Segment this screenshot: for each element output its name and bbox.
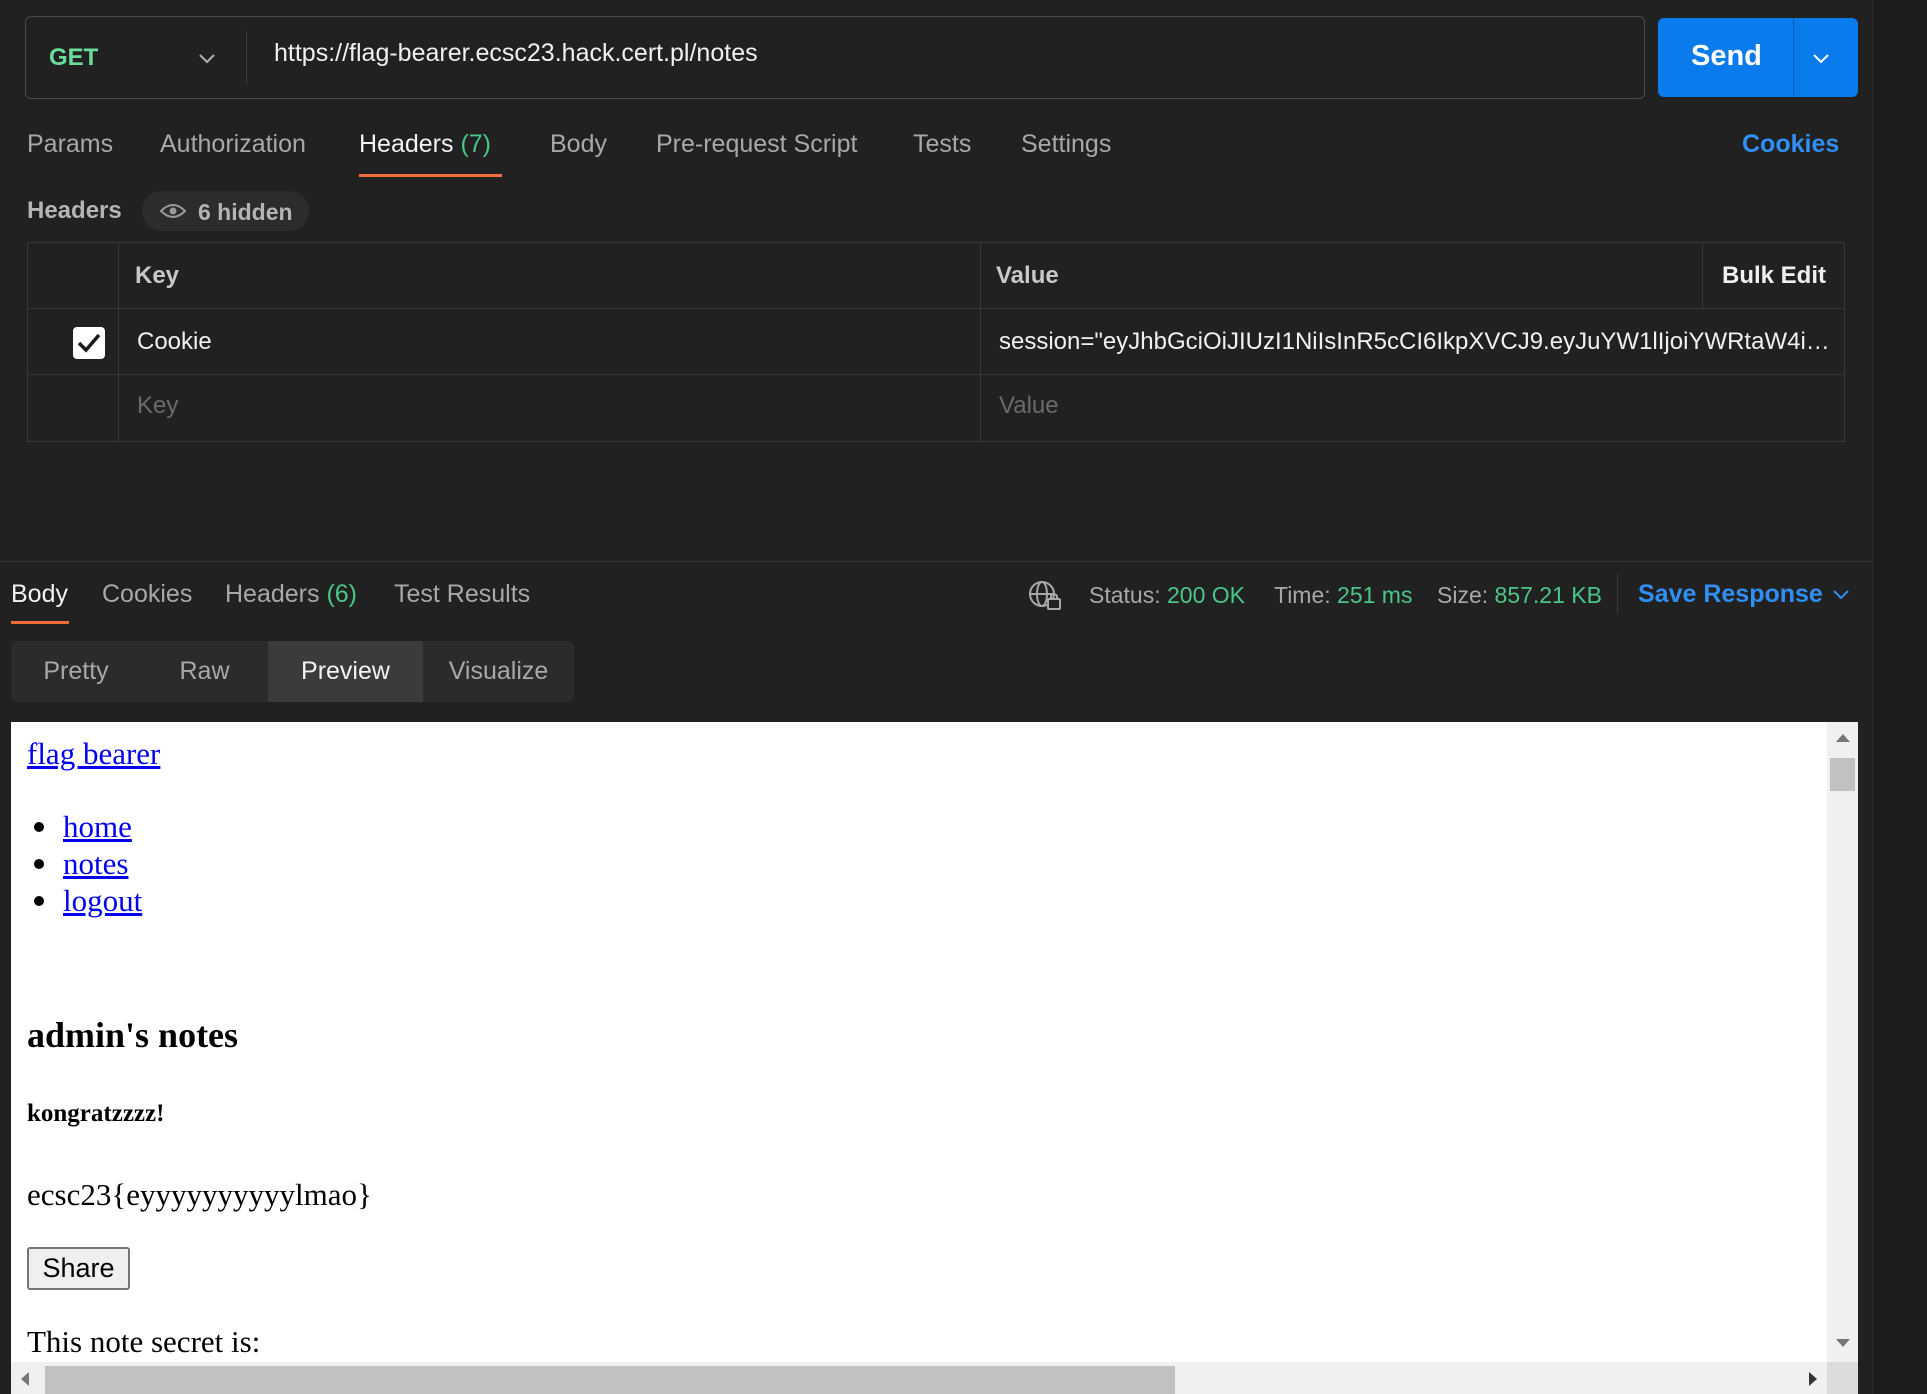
pane-resize-handle[interactable] <box>0 561 1872 562</box>
tab-headers-count: (7) <box>460 130 492 158</box>
note-title: kongratzzzz! <box>27 1100 165 1127</box>
checkmark-icon <box>77 333 101 353</box>
scroll-left-arrow-icon[interactable] <box>21 1372 29 1386</box>
table-header-row: Key Value Bulk Edit <box>28 243 1844 309</box>
active-tab-indicator <box>359 174 502 177</box>
cookies-link[interactable]: Cookies <box>1742 130 1839 159</box>
nav-link-notes[interactable]: notes <box>63 846 128 881</box>
time-value: 251 ms <box>1337 582 1413 608</box>
list-item: home <box>33 808 142 845</box>
send-button[interactable]: Send <box>1691 40 1762 73</box>
response-time: Time: 251 ms <box>1274 582 1412 609</box>
note-content: ecsc23{eyyyyyyyyyylmao} <box>27 1177 372 1212</box>
column-header-value: Value <box>996 262 1059 289</box>
chevron-down-icon[interactable] <box>1830 583 1852 605</box>
response-tab-body[interactable]: Body <box>11 580 68 609</box>
tab-tests[interactable]: Tests <box>913 130 971 159</box>
list-item: notes <box>33 845 142 882</box>
note-secret-text: This note secret is: <box>27 1324 261 1359</box>
size-label: Size: <box>1437 582 1489 608</box>
response-status: Status: 200 OK <box>1089 582 1245 609</box>
list-item: logout <box>33 882 142 919</box>
send-options-chevron-icon[interactable] <box>1808 45 1834 71</box>
view-mode-preview[interactable]: Preview <box>268 641 423 702</box>
tab-pre-request-script[interactable]: Pre-request Script <box>656 130 857 159</box>
request-url-bar: GET https://flag-bearer.ecsc23.hack.cert… <box>25 16 1645 99</box>
save-response-button[interactable]: Save Response <box>1638 580 1823 609</box>
response-size: Size: 857.21 KB <box>1437 582 1602 609</box>
tab-settings[interactable]: Settings <box>1021 130 1111 159</box>
size-value: 857.21 KB <box>1494 582 1602 608</box>
vertical-scrollbar[interactable] <box>1827 722 1858 1362</box>
scrollbar-thumb[interactable] <box>1830 758 1855 791</box>
scroll-down-arrow-icon[interactable] <box>1836 1339 1850 1347</box>
hidden-headers-toggle[interactable]: 6 hidden <box>142 191 309 231</box>
time-label: Time: <box>1274 582 1331 608</box>
response-tab-headers-count: (6) <box>326 580 358 608</box>
notes-heading: admin's notes <box>27 1015 239 1055</box>
response-preview: flag bearer home notes logout admin's no… <box>11 722 1858 1394</box>
status-value: 200 OK <box>1167 582 1245 608</box>
tab-authorization[interactable]: Authorization <box>160 130 306 159</box>
nav-link-logout[interactable]: logout <box>63 883 142 918</box>
globe-lock-icon[interactable] <box>1028 580 1062 612</box>
column-header-key: Key <box>135 262 180 289</box>
horizontal-scrollbar[interactable] <box>11 1362 1827 1394</box>
divider <box>1617 574 1618 614</box>
headers-section-label: Headers <box>27 197 122 224</box>
headers-table: Key Value Bulk Edit Cookie session="eyJh… <box>27 242 1845 442</box>
header-value-input[interactable]: session="eyJhbGciOiJIUzI1NiIsInR5cCI6Ikp… <box>999 328 1832 356</box>
url-input[interactable]: https://flag-bearer.ecsc23.hack.cert.pl/… <box>274 39 758 68</box>
new-value-input[interactable]: Value <box>999 392 1059 420</box>
column-divider <box>980 243 981 441</box>
new-key-input[interactable]: Key <box>137 392 178 420</box>
hidden-headers-count: 6 hidden <box>198 199 293 225</box>
table-row: Cookie session="eyJhbGciOiJIUzI1NiIsInR5… <box>28 309 1844 375</box>
tab-body[interactable]: Body <box>550 130 607 159</box>
status-label: Status: <box>1089 582 1161 608</box>
view-mode-visualize[interactable]: Visualize <box>423 641 574 702</box>
chevron-down-icon <box>199 54 215 64</box>
view-mode-switcher: Pretty Raw Preview Visualize <box>11 641 574 702</box>
view-mode-pretty[interactable]: Pretty <box>11 641 141 702</box>
response-tab-headers-label: Headers <box>225 580 320 608</box>
header-enabled-checkbox[interactable] <box>73 327 105 359</box>
tab-headers[interactable]: Headers (7) <box>359 130 491 159</box>
column-divider <box>1702 243 1703 309</box>
column-divider <box>118 243 119 441</box>
active-tab-indicator <box>11 621 69 624</box>
method-select[interactable]: GET <box>26 17 246 98</box>
right-sidebar <box>1872 0 1927 1394</box>
header-key-input[interactable]: Cookie <box>137 328 212 356</box>
share-button[interactable]: Share <box>27 1247 130 1290</box>
response-tab-headers[interactable]: Headers (6) <box>225 580 357 609</box>
nav-list: home notes logout <box>33 808 142 919</box>
scrollbar-thumb[interactable] <box>45 1366 1175 1394</box>
scroll-up-arrow-icon[interactable] <box>1836 734 1850 742</box>
divider <box>246 31 247 84</box>
divider <box>1793 18 1794 97</box>
table-row-empty: Key Value <box>28 375 1844 441</box>
send-button-group: Send <box>1658 18 1858 97</box>
method-label: GET <box>49 43 99 71</box>
tab-params[interactable]: Params <box>27 130 113 159</box>
bulk-edit-button[interactable]: Bulk Edit <box>1722 262 1826 290</box>
view-mode-raw[interactable]: Raw <box>141 641 268 702</box>
brand-link[interactable]: flag bearer <box>27 736 160 772</box>
eye-icon <box>160 204 186 218</box>
nav-link-home[interactable]: home <box>63 809 132 844</box>
scroll-right-arrow-icon[interactable] <box>1809 1372 1817 1386</box>
postman-app: GET https://flag-bearer.ecsc23.hack.cert… <box>0 0 1872 1394</box>
response-tab-test-results[interactable]: Test Results <box>394 580 530 609</box>
scrollbar-corner <box>1827 1362 1858 1394</box>
tab-headers-label: Headers <box>359 130 454 158</box>
response-tab-cookies[interactable]: Cookies <box>102 580 192 609</box>
